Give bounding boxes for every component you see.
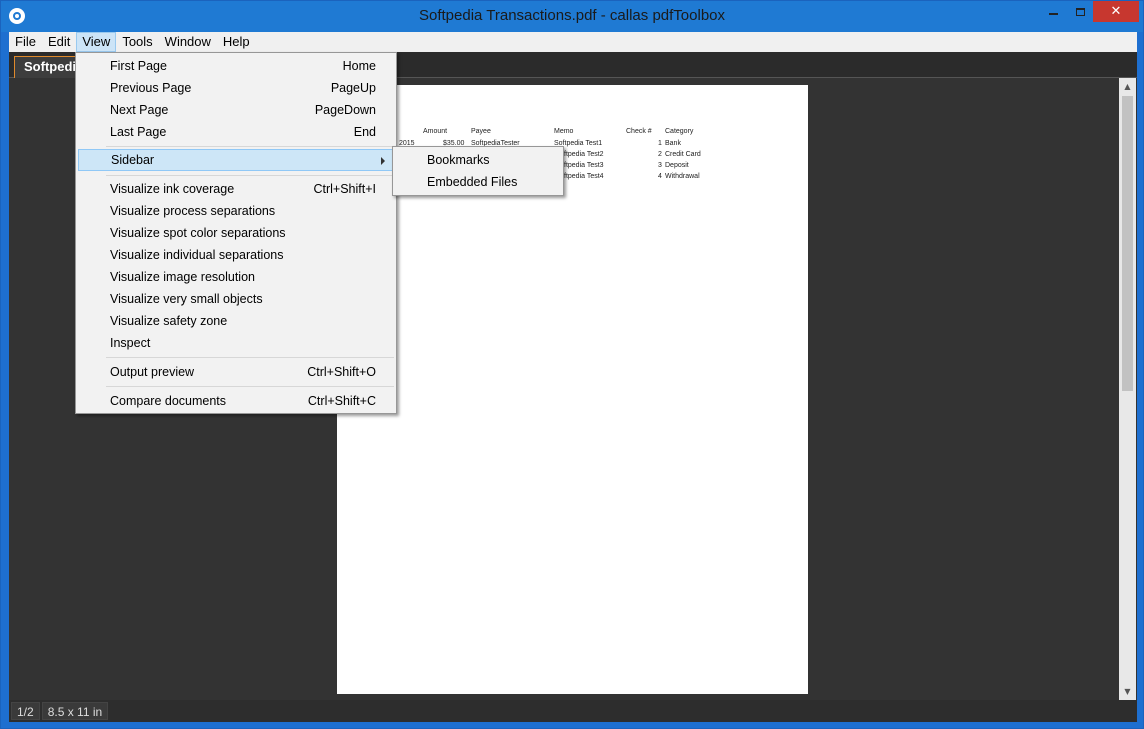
menu-item-label: Visualize image resolution	[110, 270, 255, 284]
view-menu-dropdown: First Page Home Previous Page PageUp Nex…	[75, 52, 397, 414]
row1-check: 1	[658, 140, 662, 147]
menu-view[interactable]: View	[76, 32, 117, 52]
close-icon: ✕	[1110, 4, 1122, 19]
menu-item-shortcut: PageDown	[314, 103, 376, 117]
menu-item-first-page[interactable]: First Page Home	[78, 55, 394, 77]
scroll-thumb[interactable]	[1122, 96, 1133, 391]
menu-item-visualize-very-small-objects[interactable]: Visualize very small objects	[78, 288, 394, 310]
maximize-button[interactable]	[1067, 1, 1093, 22]
window-title: Softpedia Transactions.pdf - callas pdfT…	[418, 7, 725, 24]
menu-item-label: Visualize safety zone	[110, 314, 228, 328]
menu-help[interactable]: Help	[217, 32, 256, 52]
minimize-button[interactable]	[1039, 1, 1067, 22]
menu-window[interactable]: Window	[159, 32, 217, 52]
menu-bar: File Edit View Tools Window Help	[9, 32, 1137, 52]
row3-memo: ftpedia Test3	[564, 162, 604, 169]
menu-file[interactable]: File	[9, 32, 42, 52]
menu-item-visualize-safety-zone[interactable]: Visualize safety zone	[78, 310, 394, 332]
header-payee: Payee	[471, 128, 491, 135]
row4-check: 4	[658, 173, 662, 180]
menu-item-label: Visualize individual separations	[110, 248, 284, 262]
menu-item-shortcut: Home	[342, 59, 376, 73]
row4-memo: ftpedia Test4	[564, 173, 604, 180]
menu-item-label: First Page	[110, 59, 167, 73]
menu-item-next-page[interactable]: Next Page PageDown	[78, 99, 394, 121]
menu-item-shortcut: Ctrl+Shift+I	[313, 182, 376, 196]
header-category: Category	[665, 128, 694, 135]
header-memo: Memo	[554, 128, 574, 135]
menu-item-label: Sidebar	[111, 153, 155, 167]
menu-item-label: Next Page	[110, 103, 169, 117]
menu-item-visualize-spot-color-separations[interactable]: Visualize spot color separations	[78, 222, 394, 244]
submenu-item-label: Embedded Files	[427, 175, 518, 189]
menu-item-label: Inspect	[110, 336, 151, 350]
menu-item-output-preview[interactable]: Output preview Ctrl+Shift+O	[78, 361, 394, 383]
menu-item-visualize-ink-coverage[interactable]: Visualize ink coverage Ctrl+Shift+I	[78, 178, 394, 200]
menu-item-visualize-process-separations[interactable]: Visualize process separations	[78, 200, 394, 222]
menu-separator	[106, 146, 394, 147]
row2-category: Credit Card	[665, 151, 701, 158]
menu-item-label: Visualize very small objects	[110, 292, 263, 306]
menu-item-previous-page[interactable]: Previous Page PageUp	[78, 77, 394, 99]
scroll-up-arrow-icon[interactable]: ▲	[1119, 78, 1136, 95]
menu-item-compare-documents[interactable]: Compare documents Ctrl+Shift+C	[78, 390, 394, 412]
header-amount: Amount	[423, 128, 448, 135]
submenu-item-embedded-files[interactable]: Embedded Files	[395, 171, 561, 193]
sidebar-submenu: Bookmarks Embedded Files	[392, 146, 564, 196]
menu-item-label: Output preview	[110, 365, 195, 379]
scroll-down-arrow-icon[interactable]: ▼	[1119, 683, 1136, 700]
menu-item-sidebar[interactable]: Sidebar	[78, 149, 394, 171]
row2-check: 2	[658, 151, 662, 158]
menu-item-shortcut: Ctrl+Shift+O	[307, 365, 376, 379]
menu-item-label: Visualize spot color separations	[110, 226, 286, 240]
status-bar: 1/2 8.5 x 11 in	[9, 700, 1137, 722]
page-size: 8.5 x 11 in	[41, 702, 109, 720]
row1-category: Bank	[665, 140, 681, 147]
row2-memo: ftpedia Test2	[564, 151, 604, 158]
menu-item-shortcut: Ctrl+Shift+C	[307, 394, 376, 408]
menu-item-visualize-image-resolution[interactable]: Visualize image resolution	[78, 266, 394, 288]
header-check: Check #	[626, 128, 652, 135]
menu-edit[interactable]: Edit	[42, 32, 76, 52]
submenu-item-label: Bookmarks	[427, 153, 490, 167]
submenu-item-bookmarks[interactable]: Bookmarks	[395, 149, 561, 171]
menu-item-inspect[interactable]: Inspect	[78, 332, 394, 354]
menu-item-visualize-individual-separations[interactable]: Visualize individual separations	[78, 244, 394, 266]
menu-separator	[106, 386, 394, 387]
menu-tools[interactable]: Tools	[116, 32, 158, 52]
menu-item-label: Visualize process separations	[110, 204, 276, 218]
menu-item-shortcut: PageUp	[330, 81, 376, 95]
maximize-icon	[1075, 7, 1085, 16]
vertical-scrollbar[interactable]: ▲ ▼	[1119, 78, 1136, 700]
menu-item-last-page[interactable]: Last Page End	[78, 121, 394, 143]
row3-check: 3	[658, 162, 662, 169]
menu-separator	[106, 175, 394, 176]
application-window: Softpedia Transactions.pdf - callas pdfT…	[0, 0, 1144, 729]
menu-item-label: Visualize ink coverage	[110, 182, 235, 196]
title-bar[interactable]: Softpedia Transactions.pdf - callas pdfT…	[1, 1, 1143, 32]
minimize-icon	[1048, 12, 1058, 15]
menu-item-shortcut: End	[353, 125, 376, 139]
page-indicator: 1/2	[11, 702, 40, 720]
menu-item-label: Previous Page	[110, 81, 192, 95]
submenu-arrow-icon	[381, 157, 385, 165]
menu-item-label: Compare documents	[110, 394, 227, 408]
row4-category: Withdrawal	[665, 173, 700, 180]
menu-separator	[106, 357, 394, 358]
close-button[interactable]: ✕	[1093, 1, 1139, 22]
menu-item-label: Last Page	[110, 125, 167, 139]
row3-category: Deposit	[665, 162, 689, 169]
